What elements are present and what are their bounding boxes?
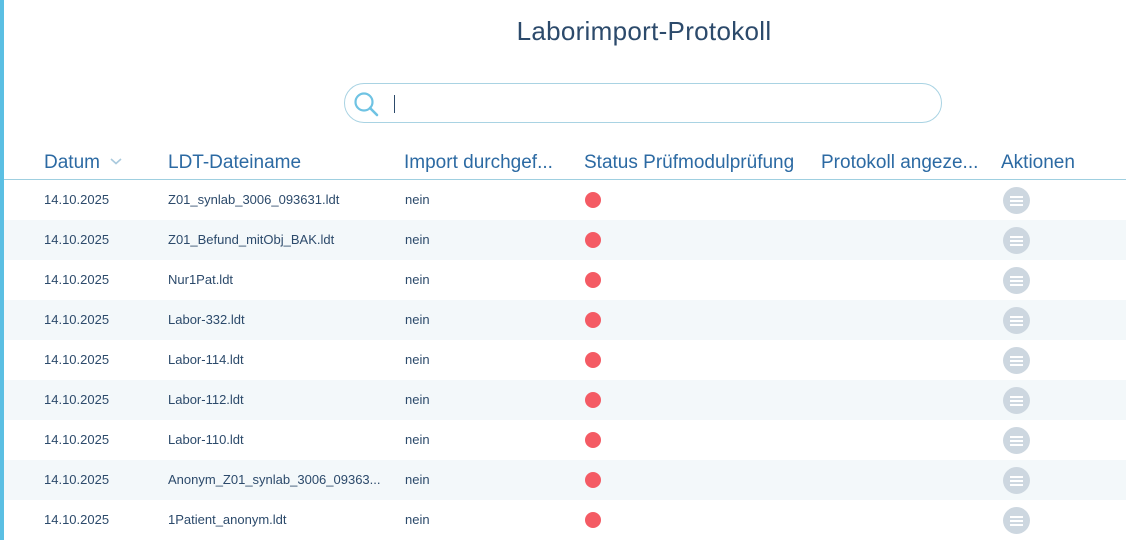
cell-datum: 14.10.2025	[44, 312, 110, 327]
cell-dateiname: Anonym_Z01_synlab_3006_09363...	[168, 472, 381, 487]
text-cursor	[394, 95, 395, 113]
search-icon[interactable]	[352, 91, 380, 117]
cell-import: nein	[405, 352, 430, 367]
cell-datum: 14.10.2025	[44, 192, 110, 207]
cell-datum: 14.10.2025	[44, 472, 110, 487]
cell-datum: 14.10.2025	[44, 392, 110, 407]
status-error-dot	[585, 432, 601, 448]
cell-import: nein	[405, 432, 430, 447]
status-error-dot	[585, 512, 601, 528]
table-row[interactable]: 14.10.2025 Z01_Befund_mitObj_BAK.ldt nei…	[4, 220, 1126, 260]
table-body: 14.10.2025 Z01_synlab_3006_093631.ldt ne…	[4, 180, 1126, 540]
cell-dateiname: 1Patient_anonym.ldt	[168, 512, 287, 527]
table-row[interactable]: 14.10.2025 Labor-114.ldt nein	[4, 340, 1126, 380]
row-actions-button[interactable]	[1003, 227, 1030, 254]
column-header-aktionen: Aktionen	[1001, 152, 1075, 173]
table-row[interactable]: 14.10.2025 Anonym_Z01_synlab_3006_09363.…	[4, 460, 1126, 500]
search-input[interactable]	[391, 90, 925, 118]
row-actions-button[interactable]	[1003, 467, 1030, 494]
status-error-dot	[585, 312, 601, 328]
table-row[interactable]: 14.10.2025 Labor-332.ldt nein	[4, 300, 1126, 340]
cell-datum: 14.10.2025	[44, 512, 110, 527]
status-error-dot	[585, 192, 601, 208]
chevron-down-icon[interactable]	[109, 156, 123, 166]
cell-dateiname: Z01_Befund_mitObj_BAK.ldt	[168, 232, 335, 247]
cell-import: nein	[405, 472, 430, 487]
cell-datum: 14.10.2025	[44, 272, 110, 287]
status-error-dot	[585, 472, 601, 488]
status-error-dot	[585, 352, 601, 368]
column-header-protokoll[interactable]: Protokoll angeze...	[821, 152, 978, 174]
cell-dateiname: Labor-112.ldt	[168, 392, 244, 407]
cell-import: nein	[405, 232, 430, 247]
row-actions-button[interactable]	[1003, 347, 1030, 374]
table-row[interactable]: 14.10.2025 Labor-110.ldt nein	[4, 420, 1126, 460]
column-header-import[interactable]: Import durchgef...	[404, 152, 553, 174]
cell-import: nein	[405, 272, 430, 287]
cell-dateiname: Labor-110.ldt	[168, 432, 244, 447]
row-actions-button[interactable]	[1003, 307, 1030, 334]
cell-dateiname: Nur1Pat.ldt	[168, 272, 234, 287]
row-actions-button[interactable]	[1003, 267, 1030, 294]
status-error-dot	[585, 272, 601, 288]
column-header-datum-label: Datum	[44, 152, 100, 173]
column-header-status[interactable]: Status Prüfmodulprüfung	[584, 152, 794, 174]
search-field[interactable]	[344, 83, 942, 123]
row-actions-button[interactable]	[1003, 187, 1030, 214]
cell-import: nein	[405, 512, 430, 527]
cell-import: nein	[405, 312, 430, 327]
table-row[interactable]: 14.10.2025 Nur1Pat.ldt nein	[4, 260, 1126, 300]
status-error-dot	[585, 232, 601, 248]
cell-dateiname: Labor-332.ldt	[168, 312, 245, 327]
row-actions-button[interactable]	[1003, 427, 1030, 454]
cell-datum: 14.10.2025	[44, 432, 110, 447]
cell-dateiname: Z01_synlab_3006_093631.ldt	[168, 192, 340, 207]
row-actions-button[interactable]	[1003, 507, 1030, 534]
table-row[interactable]: 14.10.2025 1Patient_anonym.ldt nein	[4, 500, 1126, 540]
column-header-datum[interactable]: Datum	[44, 152, 123, 174]
cell-datum: 14.10.2025	[44, 352, 110, 367]
table-row[interactable]: 14.10.2025 Labor-112.ldt nein	[4, 380, 1126, 420]
cell-dateiname: Labor-114.ldt	[168, 352, 244, 367]
status-error-dot	[585, 392, 601, 408]
cell-import: nein	[405, 392, 430, 407]
row-actions-button[interactable]	[1003, 387, 1030, 414]
cell-datum: 14.10.2025	[44, 232, 110, 247]
column-header-dateiname[interactable]: LDT-Dateiname	[168, 152, 301, 174]
page-title: Laborimport-Protokoll	[516, 16, 772, 46]
cell-import: nein	[405, 192, 430, 207]
table-header: Datum LDT-Dateiname Import durchgef... S…	[4, 147, 1126, 180]
table-row[interactable]: 14.10.2025 Z01_synlab_3006_093631.ldt ne…	[4, 180, 1126, 220]
